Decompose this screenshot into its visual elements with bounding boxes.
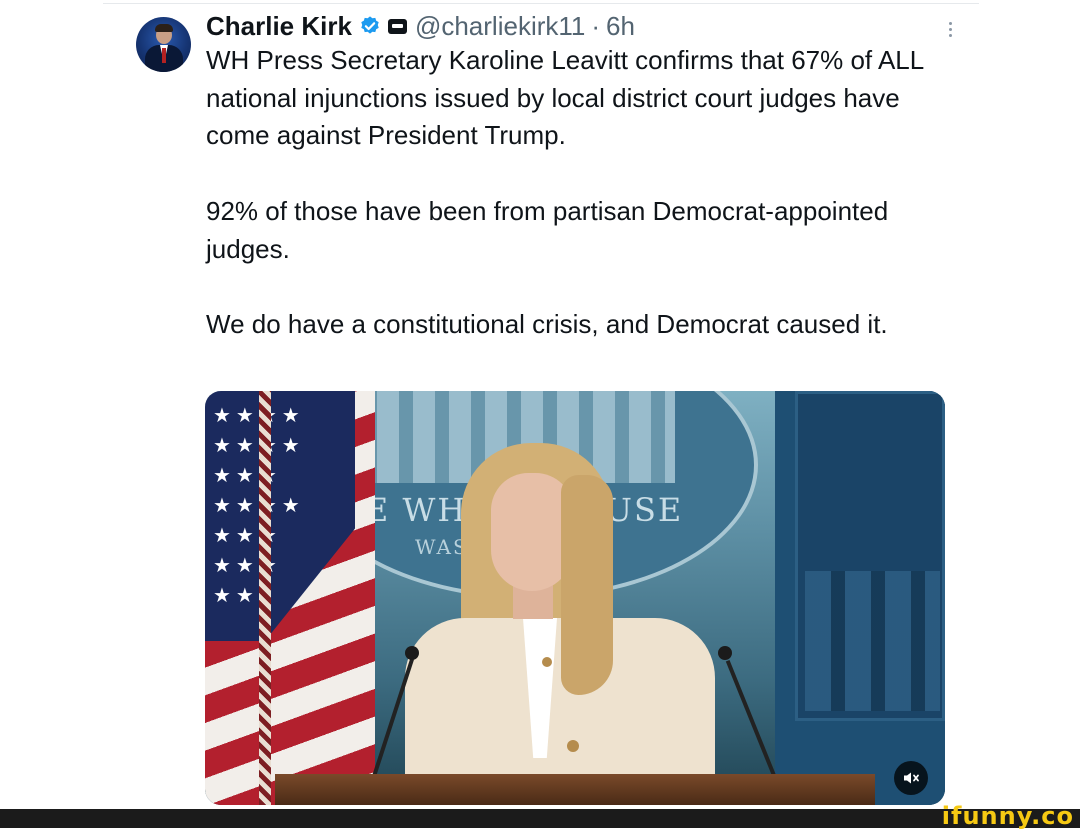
- verified-badge-icon: [361, 16, 379, 34]
- tweet-paragraph: We do have a constitutional crisis, and …: [206, 308, 888, 339]
- speaker-figure: [395, 443, 725, 805]
- volume-icon[interactable]: [894, 761, 928, 795]
- tweet-paragraph: 92% of those have been from partisan Dem…: [206, 195, 889, 264]
- separator-dot: ·: [591, 10, 601, 41]
- american-flag: ★★★★★★★★★★★★★★★★★★★★★★★: [205, 391, 375, 805]
- tweet-paragraph: WH Press Secretary Karoline Leavitt conf…: [206, 45, 924, 151]
- ifunny-watermark: ifunny.co: [941, 802, 1074, 830]
- author-handle[interactable]: @charliekirk11: [415, 11, 585, 42]
- panel-building-image: [805, 571, 940, 711]
- author-name[interactable]: Charlie Kirk: [206, 11, 352, 42]
- podium: [275, 774, 875, 805]
- timestamp[interactable]: 6h: [606, 11, 635, 42]
- more-options-icon[interactable]: [947, 22, 953, 40]
- tweet-video[interactable]: HE WHI USE WASH ★★★★★★★★★★★★★★★★★★★★★★★: [205, 391, 945, 805]
- top-divider: [103, 3, 979, 4]
- avatar[interactable]: [136, 17, 191, 72]
- microphone-head: [405, 646, 419, 660]
- tweet-text: WH Press Secretary Karoline Leavitt conf…: [206, 42, 946, 344]
- affiliation-badge-icon[interactable]: [387, 18, 407, 34]
- watermark-bar: [0, 809, 1080, 828]
- microphone-head: [718, 646, 732, 660]
- tweet-header: Charlie Kirk @charliekirk11 · 6h: [206, 10, 635, 42]
